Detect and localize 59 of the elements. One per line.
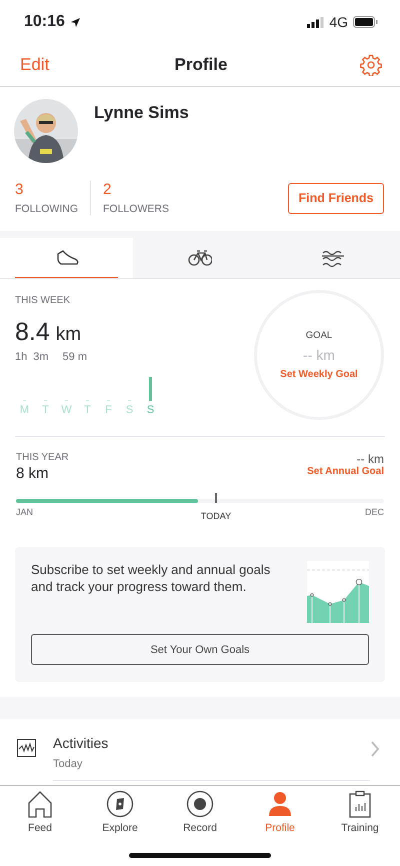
person-icon — [266, 790, 294, 818]
waves-icon — [321, 248, 346, 268]
location-arrow-icon — [70, 16, 81, 28]
day-label: S — [126, 404, 134, 416]
athlete-name: Lynne Sims — [94, 103, 189, 124]
bicycle-icon — [188, 248, 212, 268]
stat-count[interactable]: 2 — [103, 181, 169, 198]
goal-value: -- km — [303, 347, 335, 363]
weekly-distance: 8.4 — [15, 318, 50, 347]
axis-label: JAN — [16, 507, 34, 519]
menu-subtitle: Today — [53, 758, 84, 770]
clock-time: 10:16 — [24, 13, 65, 31]
section-label: THIS WEEK — [15, 295, 72, 306]
record-icon — [186, 790, 214, 818]
edit-link[interactable]: Edit — [20, 55, 50, 75]
set-goals-button[interactable]: Set Your Own Goals — [31, 634, 369, 665]
chevron-right-icon — [370, 741, 380, 757]
stat-label: FOLLOWING — [15, 203, 78, 215]
section-label: THIS YEAR — [16, 452, 69, 463]
battery-icon — [353, 16, 378, 28]
day-label: W — [61, 404, 72, 416]
goal-label: GOAL — [306, 330, 332, 341]
day-label: F — [105, 404, 112, 416]
day-label: T — [84, 404, 91, 416]
house-icon — [26, 790, 54, 818]
stat-count[interactable]: 3 — [15, 181, 78, 198]
day-bar — [149, 377, 152, 401]
find-friends-button[interactable]: Find Friends — [288, 182, 384, 214]
time-value: 59 m — [62, 351, 87, 363]
menu-title: Activities — [53, 735, 110, 751]
menu-row[interactable]: Activities Today — [0, 719, 400, 781]
record-tab[interactable]: Record — [160, 790, 240, 834]
feed-tab[interactable]: Feed — [0, 790, 80, 834]
promo-text: Subscribe to set weekly and annual goals and track your progress toward them. — [31, 561, 272, 596]
compass-icon — [106, 790, 134, 818]
settings-icon[interactable] — [360, 54, 382, 76]
activity-graph-icon — [17, 739, 36, 757]
annual-goal-value: -- km — [356, 452, 384, 466]
screen-title: Profile — [174, 55, 228, 75]
yearly-distance: 8 km — [16, 465, 50, 482]
explore-tab[interactable]: Explore — [80, 790, 160, 834]
stat-label: FOLLOWERS — [103, 203, 169, 215]
day-label: S — [146, 404, 154, 416]
day-label: M — [20, 404, 30, 416]
distance-unit: km — [56, 324, 82, 346]
run-tab[interactable] — [0, 238, 134, 278]
chart-illustration — [307, 561, 369, 623]
axis-label: DEC — [364, 507, 384, 519]
time-value: 3m — [33, 351, 49, 363]
network-label: 4G — [329, 14, 348, 30]
set-annual-goal-link[interactable]: Set Annual Goal — [307, 466, 384, 477]
training-tab[interactable]: Training — [320, 790, 400, 834]
time-value: 1h — [15, 351, 28, 363]
today-label: TODAY — [200, 511, 232, 521]
day-label: T — [42, 404, 49, 416]
today-marker — [215, 493, 217, 503]
profile-tab[interactable]: Profile — [240, 790, 320, 834]
set-weekly-goal-link[interactable]: Set Weekly Goal — [280, 369, 358, 380]
signal-icon — [307, 16, 324, 28]
